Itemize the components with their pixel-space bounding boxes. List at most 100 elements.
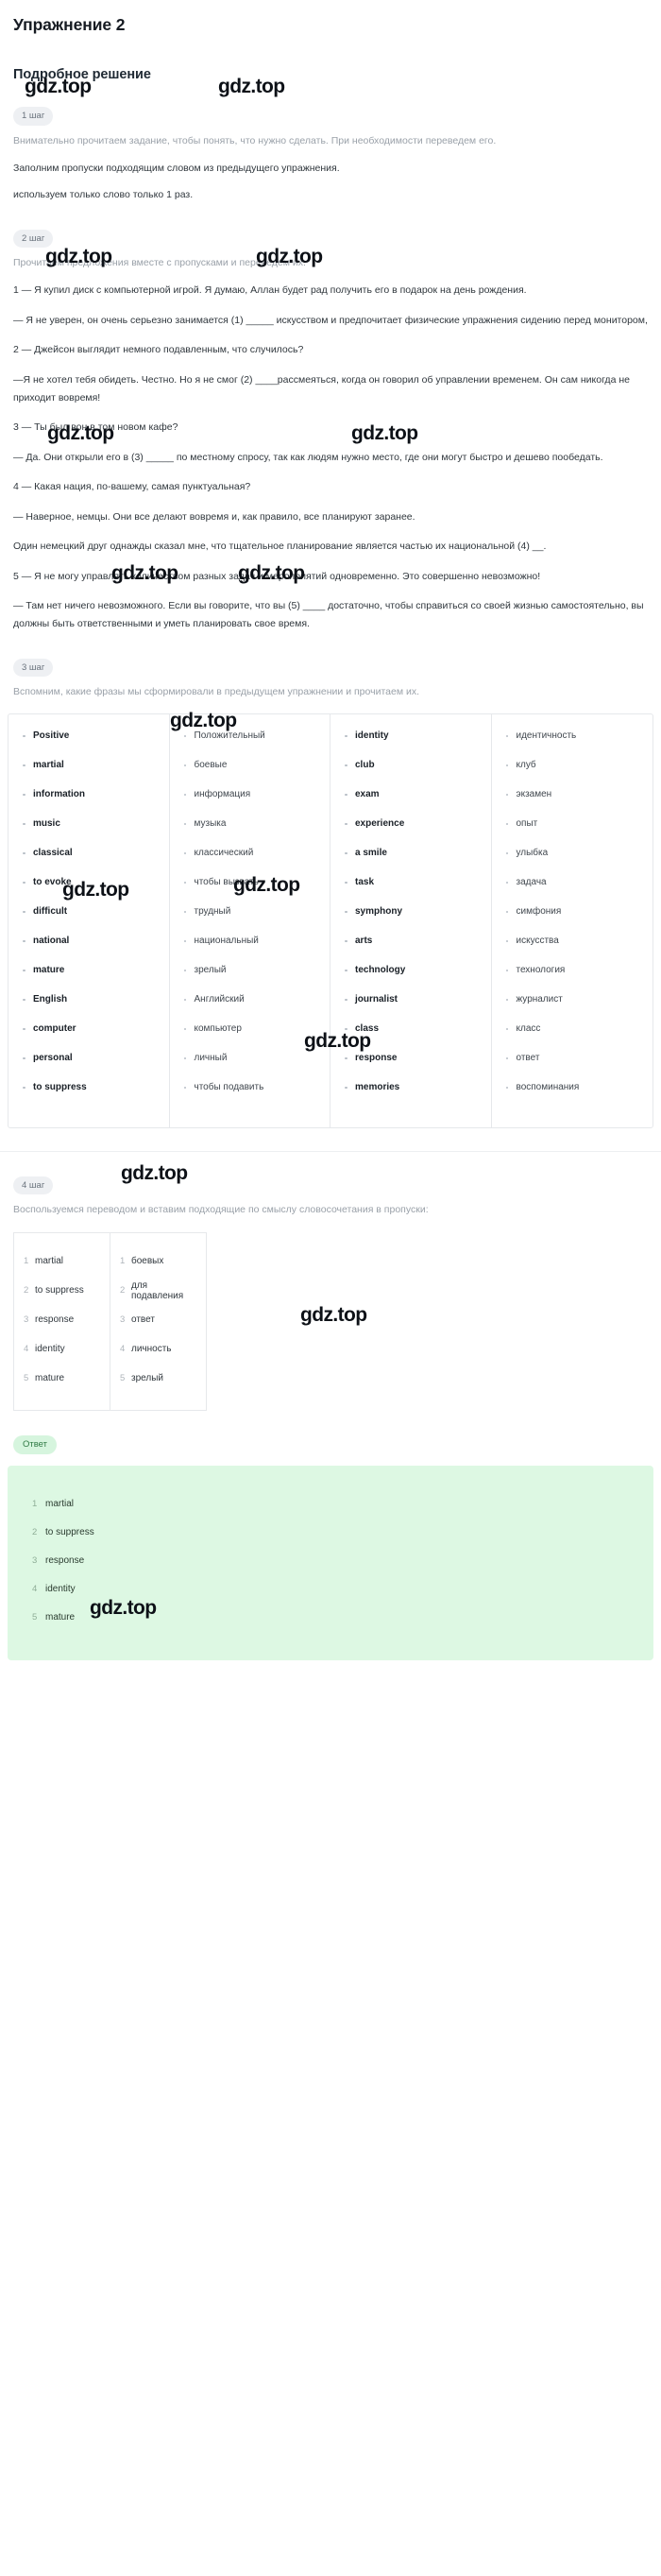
vocab-item-russian: личный <box>176 1052 325 1081</box>
step-2-sentence: — Там нет ничего невозможного. Если вы г… <box>13 600 644 630</box>
pair-item-english: martial <box>24 1256 64 1267</box>
vocab-item-russian: трудный <box>176 905 325 935</box>
step-3-badge: 3 шаг <box>13 658 54 678</box>
pair-item-russian: боевых <box>120 1256 164 1267</box>
step-1-line-1: Заполним пропуски подходящим словом из п… <box>13 162 340 174</box>
step-3-block: 3 шаг Вспомним, какие фразы мы сформиров… <box>0 634 661 1128</box>
vocab-item-russian: музыка <box>176 817 325 847</box>
step-2-sentence: — Наверное, немцы. Они все делают воврем… <box>13 510 415 523</box>
vocab-item-english: journalist <box>336 993 485 1022</box>
step-2-sentence: — Я не уверен, он очень серьезно занимае… <box>13 314 648 326</box>
solution-page: Упражнение 2 Подробное решение 1 шаг Вни… <box>0 0 661 1689</box>
vocab-item-russian: Английский <box>176 993 325 1022</box>
vocab-column-english-1: Positive martial information music classical… <box>8 713 170 1127</box>
answer-pairs-table: martial to suppress response identity mature… <box>13 1232 207 1412</box>
vocab-item-english: to suppress <box>14 1081 163 1110</box>
vocab-item-russian: симфония <box>498 905 648 935</box>
vocab-column-russian-1: Положительный боевые информация музыка класс… <box>170 713 330 1127</box>
answer-item: response <box>32 1555 85 1567</box>
vocab-item-russian: национальный <box>176 935 325 964</box>
vocab-item-russian: улыбка <box>498 847 648 876</box>
vocab-column-russian-2: идентичность клуб экзамен опыт улыбка задача с… <box>492 714 653 1127</box>
answer-item: martial <box>32 1499 75 1510</box>
vocab-item-russian: ответ <box>498 1052 648 1081</box>
step-1-instruction: Внимательно прочитаем задание, чтобы пон… <box>13 134 497 146</box>
step-4-instruction: Воспользуемся переводом и вставим подход… <box>13 1204 429 1216</box>
step-1-badge: 1 шаг <box>13 107 54 126</box>
vocab-item-english: personal <box>14 1052 163 1081</box>
vocab-item-russian: классический <box>176 847 325 876</box>
vocab-item-english: difficult <box>14 905 163 935</box>
vocab-item-russian: идентичность <box>498 730 648 759</box>
vocab-item-english: mature <box>14 964 163 993</box>
pairs-column-english: martial to suppress response identity mature <box>13 1232 110 1412</box>
vocab-item-russian: журналист <box>498 993 648 1022</box>
vocab-item-english: technology <box>336 964 485 993</box>
step-2-badge: 2 шаг <box>13 229 54 249</box>
vocab-item-english: to evoke <box>14 876 163 905</box>
pair-item-english: mature <box>24 1373 65 1384</box>
step-2-sentences: 1 — Я купил диск с компьютерной игрой. Я… <box>0 270 661 633</box>
step-2-sentence: 3 — Ты был вон в том новом кафе? <box>13 421 178 434</box>
vocab-item-russian: опыт <box>498 817 648 847</box>
pair-item-russian: ответ <box>120 1314 155 1326</box>
step-3-instruction: Вспомним, какие фразы мы сформировали в … <box>13 686 419 698</box>
vocab-item-russian: технология <box>498 964 648 993</box>
pairs-column-russian: боевых для подавления ответ личность зрелый <box>110 1232 207 1412</box>
step-1-line-2: используем только слово только 1 раз. <box>13 189 194 201</box>
vocab-item-russian: боевые <box>176 759 325 788</box>
answer-badge: Ответ <box>13 1435 57 1454</box>
vocab-item-russian: задача <box>498 876 648 905</box>
page-title: Упражнение 2 <box>13 15 126 34</box>
step-4-badge: 4 шаг <box>13 1176 54 1195</box>
vocab-item-russian: чтобы вызвать <box>176 876 325 905</box>
vocab-item-english: exam <box>336 788 485 817</box>
step-2-sentence: Один немецкий друг однажды сказал мне, ч… <box>13 541 547 553</box>
vocab-item-russian: компьютер <box>176 1022 325 1052</box>
vocab-item-english: response <box>336 1052 485 1081</box>
vocab-item-russian: класс <box>498 1022 648 1052</box>
vocab-item-english: classical <box>14 847 163 876</box>
vocab-item-english: a smile <box>336 847 485 876</box>
step-2-sentence: 1 — Я купил диск с компьютерной игрой. Я… <box>13 284 527 297</box>
vocab-item-english: identity <box>336 730 485 759</box>
step-2-sentence: 4 — Какая нация, по-вашему, самая пункту… <box>13 481 251 493</box>
pair-item-russian: для подавления <box>120 1279 184 1301</box>
vocab-item-russian: информация <box>176 788 325 817</box>
vocab-item-english: symphony <box>336 905 485 935</box>
vocab-item-russian: чтобы подавить <box>176 1081 325 1110</box>
pair-item-english: identity <box>24 1344 65 1355</box>
vocab-item-english: club <box>336 759 485 788</box>
pair-item-russian: личность <box>120 1344 172 1355</box>
vocab-item-english: arts <box>336 935 485 964</box>
vocab-item-english: national <box>14 935 163 964</box>
vocab-item-english: computer <box>14 1022 163 1052</box>
answer-item: identity <box>32 1584 76 1595</box>
vocab-item-russian: Положительный <box>176 730 325 759</box>
step-2-instruction: Прочитаем предложения вместе с пропускам… <box>13 257 306 269</box>
vocab-item-english: information <box>14 788 163 817</box>
vocab-item-english: class <box>336 1022 485 1052</box>
vocab-item-russian: воспоминания <box>498 1081 648 1110</box>
vocab-item-russian: клуб <box>498 759 648 788</box>
vocab-item-english: experience <box>336 817 485 847</box>
vocab-item-english: Positive <box>14 730 163 759</box>
section-heading: Подробное решение <box>13 67 151 82</box>
pair-item-english: response <box>24 1314 75 1326</box>
step-2-block: 2 шаг Прочитаем предложения вместе с про… <box>0 205 661 634</box>
step-2-sentence: —Я не хотел тебя обидеть. Честно. Но я н… <box>13 373 630 404</box>
step-2-sentence: — Да. Они открыли его в (3) _____ по мес… <box>13 451 603 463</box>
answer-item: to suppress <box>32 1527 94 1538</box>
step-2-sentence: 2 — Джейсон выглядит немного подавленным… <box>13 344 304 356</box>
vocab-item-russian: зрелый <box>176 964 325 993</box>
vocab-item-russian: экзамен <box>498 788 648 817</box>
step-1-block: 1 шаг Внимательно прочитаем задание, что… <box>0 82 661 205</box>
answer-box: martial to suppress response identity mature <box>8 1465 653 1660</box>
vocab-item-english: martial <box>14 759 163 788</box>
answer-block: Ответ martial to suppress response identity… <box>0 1411 661 1660</box>
vocab-item-english: task <box>336 876 485 905</box>
vocabulary-table: Positive martial information music classical… <box>8 713 653 1128</box>
pair-item-russian: зрелый <box>120 1373 163 1384</box>
vocab-item-english: English <box>14 993 163 1022</box>
step-4-block: 4 шаг Воспользуемся переводом и вставим … <box>0 1152 661 1412</box>
